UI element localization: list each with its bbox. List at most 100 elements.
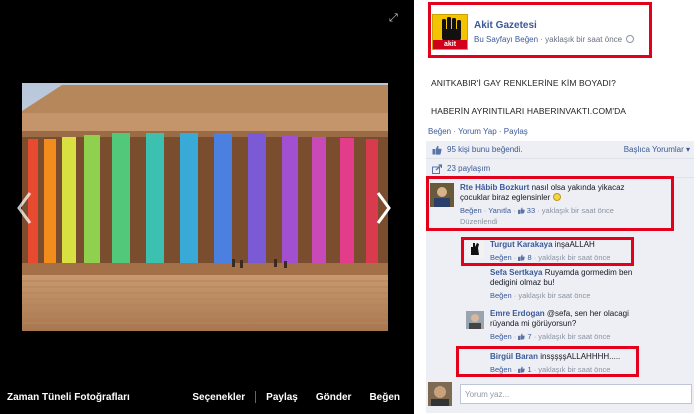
post-time[interactable]: yaklaşık bir saat önce (545, 35, 622, 44)
commenter-name[interactable]: Rte Hâbib Bozkurt (460, 183, 529, 192)
comment-time[interactable]: yaklaşık bir saat önce (518, 291, 590, 300)
next-photo-icon[interactable] (372, 190, 394, 226)
comment-text-line: Emre Erdogan @sefa, sen her olacagi (490, 309, 692, 319)
page-meta: Bu Sayfayı Beğen · yaklaşık bir saat önc… (474, 35, 635, 44)
commenter-name[interactable]: Turgut Karakaya (490, 240, 553, 249)
comment-time[interactable]: yaklaşık bir saat önce (538, 365, 610, 374)
likes-count-link[interactable]: 95 kişi (447, 145, 470, 154)
reply-item: Turgut Karakaya inşaALLAH Beğen · 8 · ya… (426, 237, 694, 265)
comment-like-link[interactable]: Beğen (490, 253, 512, 262)
likes-summary: 95 kişi bunu beğendi. Başlıca Yorumlar ▾ (426, 141, 694, 159)
commenter-name[interactable]: Birgül Baran (490, 352, 538, 361)
caret-down-icon: ▾ (685, 145, 690, 154)
comment-input[interactable] (460, 384, 692, 404)
comment-likes-number: 33 (526, 206, 536, 215)
comment-reply-link[interactable]: Yanıtla (488, 206, 511, 215)
previous-photo-icon[interactable] (14, 190, 36, 226)
photo-viewer: ⤢ Zaman Tüneli Fotoğrafları Seçenekler P… (0, 0, 414, 414)
comment-body: Emre Erdogan @sefa, sen her olacagi rüya… (490, 309, 692, 341)
comment-likes-count[interactable]: 1 (518, 365, 532, 374)
comment-likes-count[interactable]: 8 (518, 253, 532, 262)
comment-text-line: dedigini olmaz bu! (490, 278, 555, 287)
comment-meta: Beğen · 1 · yaklaşık bir saat önce (490, 365, 611, 374)
comment-text-line: Sefa Sertkaya Ruyamda gormedim ben (490, 268, 692, 278)
share-icon (432, 163, 442, 174)
page-name-link[interactable]: Akit Gazetesi (474, 20, 537, 31)
viewer-toolbar: Zaman Tüneli Fotoğrafları Seçenekler Pay… (0, 386, 414, 408)
comment-likes-number: 1 (527, 365, 532, 374)
comment-time[interactable]: yaklaşık bir saat önce (542, 206, 614, 215)
comment-meta: Beğen · 8 · yaklaşık bir saat önce (490, 253, 611, 262)
comment-body: Sefa Sertkaya Ruyamda gormedim ben dedig… (490, 268, 692, 300)
page-avatar[interactable]: akit (432, 14, 468, 50)
comment-text: nasıl olsa yakında yikacaz (531, 183, 625, 192)
comment-likes-number: 8 (527, 253, 532, 262)
album-title-link[interactable]: Zaman Tüneli Fotoğrafları (7, 392, 130, 403)
post-comment-link[interactable]: Yorum Yap (458, 127, 497, 136)
comment-body: Turgut Karakaya inşaALLAH Beğen · 8 · ya… (490, 240, 692, 262)
comment-body: Birgül Baran insşşşşALLAHHHH..... Beğen … (490, 352, 692, 374)
avatar-picture (466, 240, 484, 258)
reply-item: Emre Erdogan @sefa, sen her olacagi rüya… (426, 307, 694, 347)
share-button[interactable]: Paylaş (266, 392, 298, 403)
photo[interactable] (22, 83, 388, 331)
likes-label: bunu beğendi. (469, 145, 523, 154)
comment-text: insşşşşALLAHHHH..... (540, 352, 621, 361)
smiley-icon (552, 193, 561, 201)
comment-text-line: çocuklar biraz eglensinler (460, 193, 692, 203)
globe-icon (626, 35, 635, 43)
thumbs-up-icon (518, 366, 526, 373)
toolbar-divider (255, 391, 257, 403)
commenter-avatar[interactable] (466, 240, 484, 258)
avatar-picture (428, 382, 452, 406)
comment-composer (428, 379, 692, 411)
thumbs-up-icon (432, 145, 442, 155)
comment-text: çocuklar biraz eglensinler (460, 193, 551, 202)
comment-likes-count[interactable]: 7 (518, 332, 532, 341)
commenter-avatar[interactable] (466, 311, 484, 329)
send-button[interactable]: Gönder (316, 392, 352, 403)
comment-like-link[interactable]: Beğen (490, 291, 512, 300)
page-logo-text: akit (433, 40, 467, 49)
reply-item: Birgül Baran insşşşşALLAHHHH..... Beğen … (426, 349, 694, 377)
comment-sort-label: Başlıca Yorumlar (623, 145, 684, 154)
post-actions: Beğen · Yorum Yap · Paylaş (428, 127, 528, 136)
comment-text: @sefa, sen her olacagi (546, 309, 629, 318)
comment-text-line: rüyanda mi görüyorsun? (490, 319, 577, 328)
comment-like-link[interactable]: Beğen (490, 365, 512, 374)
post-like-link[interactable]: Beğen (428, 127, 451, 136)
comment-meta: Beğen · 7 · yaklaşık bir saat önce (490, 332, 611, 341)
comment-item: Rte Hâbib Bozkurt nasıl olsa yakında yik… (426, 179, 694, 229)
commenter-name[interactable]: Sefa Sertkaya (490, 268, 542, 277)
like-page-link[interactable]: Bu Sayfayı Beğen (474, 35, 538, 44)
comment-text-line: Turgut Karakaya inşaALLAH (490, 240, 692, 250)
comment-meta: Beğen · yaklaşık bir saat önce (490, 291, 591, 300)
comment-meta: Beğen · Yanıtla · 33 · yaklaşık bir saat… (460, 206, 614, 215)
comment-time[interactable]: yaklaşık bir saat önce (538, 253, 610, 262)
viewer-avatar (428, 382, 452, 406)
like-button[interactable]: Beğen (369, 392, 400, 403)
feedback-panel: 95 kişi bunu beğendi. Başlıca Yorumlar ▾… (426, 141, 694, 413)
avatar-picture (430, 183, 454, 207)
reply-item: Sefa Sertkaya Ruyamda gormedim ben dedig… (426, 267, 694, 305)
commenter-name[interactable]: Emre Erdogan (490, 309, 545, 318)
comment-edited-label[interactable]: Düzenlendi (460, 217, 692, 226)
options-button[interactable]: Seçenekler (192, 392, 245, 403)
fullscreen-icon[interactable]: ⤢ (389, 12, 401, 24)
comment-text: Ruyamda gormedim ben (544, 268, 633, 277)
comment-like-link[interactable]: Beğen (460, 206, 482, 215)
post-panel: akit Akit Gazetesi Bu Sayfayı Beğen · ya… (420, 0, 700, 414)
comment-likes-number: 7 (527, 332, 532, 341)
post-share-link[interactable]: Paylaş (504, 127, 528, 136)
comment-time[interactable]: yaklaşık bir saat önce (538, 332, 610, 341)
comment-body: Rte Hâbib Bozkurt nasıl olsa yakında yik… (460, 183, 692, 226)
likes-text: 95 kişi bunu beğendi. (447, 145, 523, 154)
post-text-line: ANITKABIR'İ GAY RENKLERİNE KİM BOYADI? (431, 78, 616, 88)
comment-like-link[interactable]: Beğen (490, 332, 512, 341)
avatar-picture (466, 311, 484, 329)
comment-likes-count[interactable]: 33 (517, 206, 536, 215)
shares-link[interactable]: 23 paylaşım (447, 164, 490, 173)
thumbs-up-icon (518, 333, 526, 340)
commenter-avatar[interactable] (430, 183, 454, 207)
comment-sort-dropdown[interactable]: Başlıca Yorumlar ▾ (624, 145, 690, 154)
